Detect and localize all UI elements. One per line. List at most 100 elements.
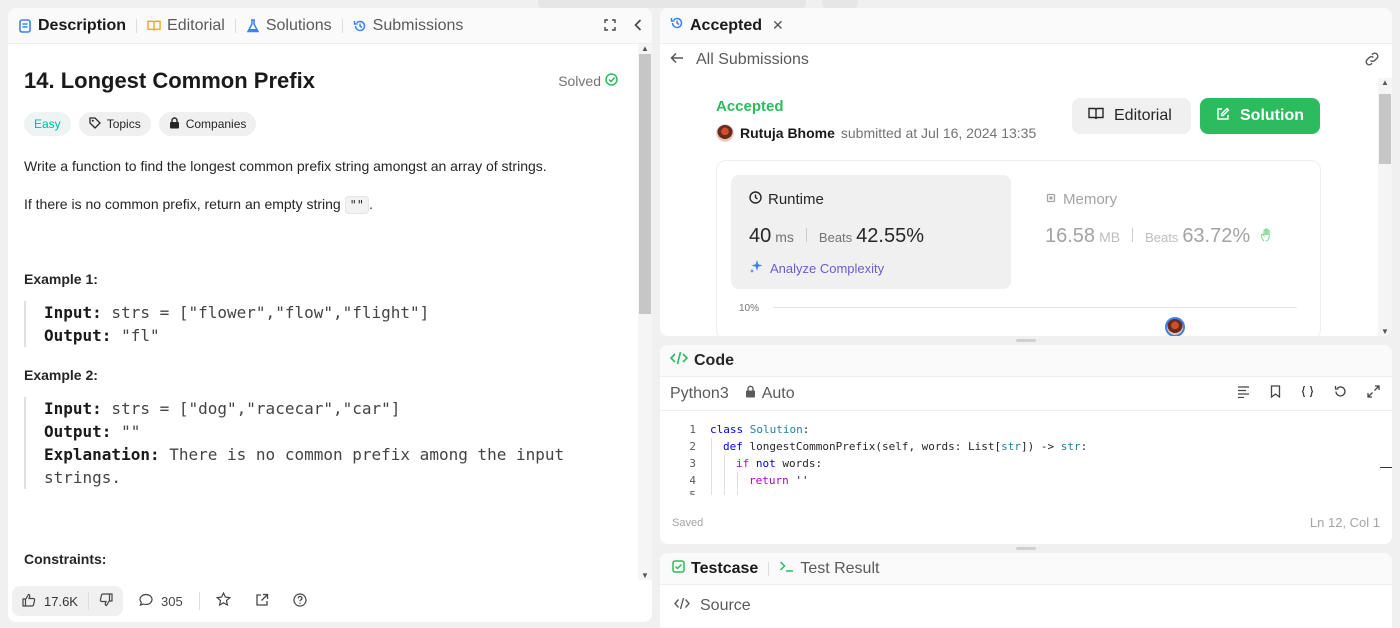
close-icon[interactable]: ✕	[772, 17, 784, 34]
output-value: "fl"	[111, 326, 160, 345]
description-scrollbar[interactable]: ▲ ▼	[638, 44, 652, 580]
submission-scrollbar[interactable]: ▲ ▼	[1378, 78, 1392, 336]
tab-divider	[768, 561, 770, 576]
constraints-title: Constraints:	[24, 551, 107, 567]
tab-editorial[interactable]: Editorial	[147, 17, 225, 35]
tab-test-result[interactable]: Test Result	[779, 560, 879, 578]
difficulty-badge: Easy	[24, 112, 71, 136]
tab-submissions[interactable]: Submissions	[353, 17, 463, 35]
description-panel: Description Editorial Solutions Submissi…	[8, 8, 652, 622]
output-value: ""	[111, 422, 141, 441]
tab-accepted[interactable]: Accepted ✕	[670, 16, 784, 35]
reset-icon[interactable]	[1334, 385, 1347, 401]
problem-title: 14. Longest Common Prefix	[24, 68, 315, 93]
thumbs-down-icon	[99, 592, 113, 610]
top-strip-block	[822, 0, 858, 8]
vote-group: 17.6K	[12, 586, 123, 616]
problem-paragraph: Write a function to find the longest com…	[24, 158, 547, 174]
link-icon[interactable]	[1364, 52, 1380, 69]
submitted-time: submitted at Jul 16, 2024 13:35	[840, 125, 1037, 141]
tab-testcase[interactable]: Testcase	[672, 560, 758, 578]
memory-beats: 63.72%	[1182, 225, 1251, 247]
fullscreen-icon[interactable]	[1367, 385, 1380, 401]
top-strip-block	[538, 0, 806, 8]
topics-button[interactable]: Topics	[78, 112, 151, 136]
description-content: 14. Longest Common Prefix Solved Easy To…	[8, 44, 638, 580]
line-number: 3	[689, 457, 696, 470]
check-circle-icon	[605, 73, 618, 89]
runtime-card[interactable]: Runtime 40 ms Beats 42.55% Analyze Compl…	[731, 175, 1011, 289]
paragraph-text: .	[369, 196, 373, 212]
help-button[interactable]	[285, 592, 315, 610]
back-arrow-icon[interactable]	[670, 51, 684, 69]
companies-button[interactable]: Companies	[158, 112, 257, 136]
like-button[interactable]: 17.6K	[12, 586, 88, 616]
tag-list: Easy Topics Companies	[24, 112, 622, 136]
clock-icon	[749, 191, 762, 208]
solved-label: Solved	[558, 73, 601, 89]
avatar[interactable]	[716, 124, 734, 142]
all-submissions-link[interactable]: All Submissions	[696, 51, 809, 69]
comments-button[interactable]: 305	[131, 593, 191, 610]
bookmark-icon[interactable]	[1270, 385, 1281, 401]
example-title: Example 1:	[24, 271, 98, 287]
auto-toggle[interactable]: Auto	[745, 385, 795, 403]
code-toolbar: Python3 Auto	[660, 377, 1392, 411]
auto-label: Auto	[761, 384, 795, 402]
memory-label: Memory	[1063, 191, 1118, 208]
solution-button[interactable]: Solution	[1200, 98, 1320, 134]
scroll-down-icon[interactable]: ▼	[1381, 327, 1389, 336]
scroll-up-icon[interactable]: ▲	[641, 44, 649, 53]
thumbs-up-icon	[22, 593, 36, 610]
top-strip	[0, 0, 1400, 8]
scroll-down-icon[interactable]: ▼	[641, 571, 649, 580]
tab-divider	[341, 18, 343, 33]
code-panel: Code Python3 Auto 1 2 3 4 class Solution…	[660, 345, 1392, 544]
tab-label: Description	[38, 16, 127, 34]
memory-value: 16.58	[1045, 225, 1096, 247]
star-icon	[215, 591, 231, 610]
example-block: Input: strs = ["dog","racecar","car"] Ou…	[24, 397, 622, 489]
format-icon[interactable]	[1237, 385, 1250, 401]
chart-user-marker[interactable]	[1165, 317, 1185, 336]
language-select[interactable]: Python3	[670, 385, 729, 403]
submission-panel: Accepted ✕ All Submissions Accepted Rutu…	[660, 8, 1392, 336]
memory-heading: Memory	[1045, 191, 1117, 208]
resize-handle[interactable]	[1016, 547, 1036, 550]
code-header: Code	[660, 345, 1392, 377]
expand-icon[interactable]	[604, 18, 616, 35]
author-name[interactable]: Rutuja Bhome	[740, 125, 835, 141]
analyze-complexity-button[interactable]: Analyze Complexity	[749, 259, 884, 277]
test-result-label: Test Result	[800, 559, 880, 577]
collapse-chevron-icon[interactable]	[634, 18, 642, 35]
editor-caret	[1380, 467, 1392, 468]
input-label: Input:	[44, 303, 102, 322]
submission-author: Rutuja Bhome submitted at Jul 16, 2024 1…	[716, 124, 1036, 142]
input-value: strs = ["flower","flow","flight"]	[101, 303, 430, 322]
source-label: Source	[700, 597, 751, 614]
input-label: Input:	[44, 399, 102, 418]
scrollbar-thumb[interactable]	[1379, 94, 1391, 164]
resize-handle[interactable]	[1016, 339, 1036, 342]
scrollbar-thumb[interactable]	[639, 54, 651, 314]
saved-status: Saved	[672, 517, 704, 529]
dislike-button[interactable]	[89, 586, 123, 616]
share-button[interactable]	[247, 593, 277, 610]
book-icon	[1088, 107, 1104, 125]
testcase-panel: Testcase Test Result Source	[660, 553, 1392, 628]
favorite-button[interactable]	[208, 591, 239, 610]
runtime-heading: Runtime	[749, 191, 824, 208]
scroll-up-icon[interactable]: ▲	[1381, 78, 1389, 87]
tab-description[interactable]: Description	[18, 17, 126, 35]
source-button[interactable]: Source	[674, 597, 751, 615]
editorial-button[interactable]: Editorial	[1072, 98, 1191, 134]
footer-divider	[198, 592, 200, 610]
inline-code: ""	[344, 196, 370, 214]
code-title: Code	[694, 351, 734, 369]
submission-subheader: All Submissions	[660, 44, 1392, 76]
code-editor[interactable]: 1 2 3 4 5 class Solution: def longestCom…	[660, 419, 1392, 495]
runtime-values: 40 ms Beats 42.55%	[749, 225, 924, 248]
comment-count: 305	[160, 593, 183, 609]
tab-solutions[interactable]: Solutions	[246, 17, 332, 35]
braces-icon[interactable]	[1301, 385, 1314, 401]
